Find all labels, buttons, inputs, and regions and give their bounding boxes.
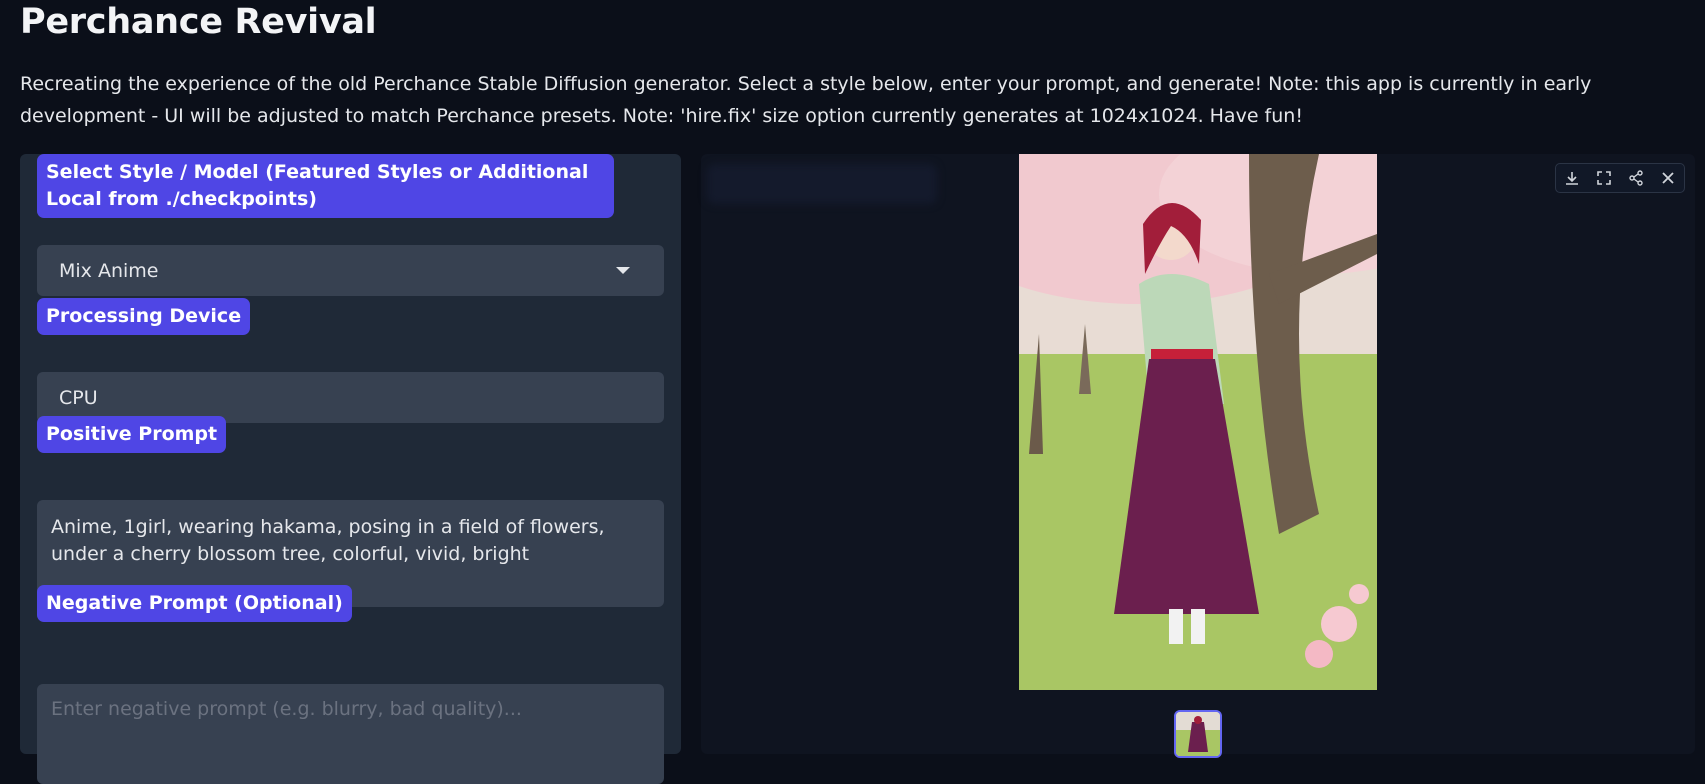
gallery-thumbnail[interactable] <box>1174 710 1222 758</box>
close-icon[interactable] <box>1652 164 1684 192</box>
style-value: Mix Anime <box>59 259 159 282</box>
negative-prompt-input[interactable]: Enter negative prompt (e.g. blurry, bad … <box>37 684 664 784</box>
chevron-down-icon <box>616 267 630 274</box>
positive-prompt-label: Positive Prompt <box>37 416 227 453</box>
settings-panel: Select Style / Model (Featured Styles or… <box>20 154 681 784</box>
style-dropdown[interactable]: Mix Anime <box>37 245 664 296</box>
negative-prompt-label: Negative Prompt (Optional) <box>37 585 352 622</box>
download-icon[interactable] <box>1556 164 1588 192</box>
fullscreen-icon[interactable] <box>1588 164 1620 192</box>
style-label: Select Style / Model (Featured Styles or… <box>37 154 614 218</box>
image-toolbar <box>1555 163 1685 193</box>
output-gallery <box>701 154 1695 758</box>
page-title: Perchance Revival <box>20 2 377 42</box>
device-value: CPU <box>59 386 98 409</box>
app-description: Recreating the experience of the old Per… <box>20 73 1592 127</box>
generated-image[interactable] <box>1019 154 1377 690</box>
gallery-label <box>707 164 937 204</box>
share-icon[interactable] <box>1620 164 1652 192</box>
device-label: Processing Device <box>37 298 251 335</box>
